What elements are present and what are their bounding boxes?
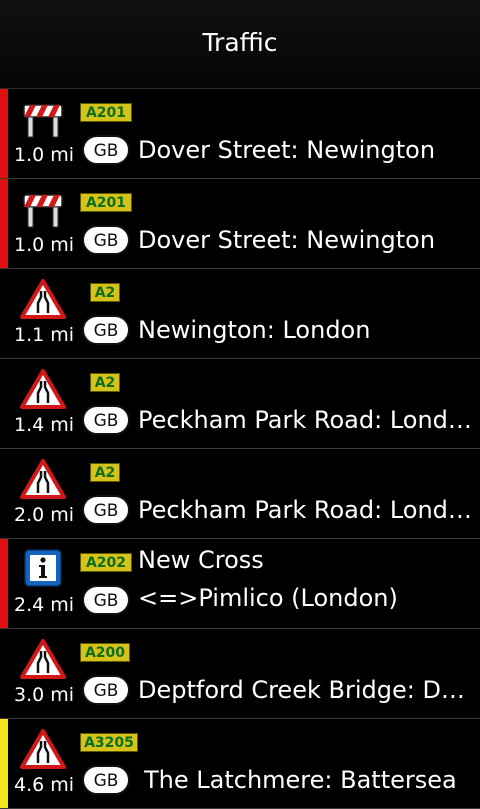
incident-title: Peckham Park Road: Lond… (138, 406, 472, 434)
road-badge: A2 (90, 463, 120, 482)
traffic-item[interactable]: A3205 4.6 mi GB The Latchmere: Battersea (0, 719, 480, 809)
road-narrows-icon (20, 369, 66, 409)
severity-bar (0, 179, 8, 268)
incident-title: Dover Street: Newington (138, 226, 436, 254)
country-badge: GB (82, 765, 130, 795)
road-badge: A2 (90, 373, 120, 392)
incident-title: The Latchmere: Battersea (144, 766, 457, 794)
traffic-item[interactable]: A200 3.0 mi GB Deptford Creek Bridge: D… (0, 629, 480, 719)
header-bar: Traffic (0, 0, 480, 89)
traffic-item[interactable]: A2 2.0 mi GB Peckham Park Road: Lond… (0, 449, 480, 539)
distance-label: 1.0 mi (14, 234, 75, 256)
road-narrows-icon (20, 279, 66, 319)
distance-label: 1.1 mi (14, 324, 75, 346)
country-badge: GB (82, 675, 130, 705)
severity-bar (0, 89, 8, 178)
distance-label: 2.0 mi (14, 504, 75, 526)
incident-title: Peckham Park Road: Lond… (138, 496, 472, 524)
distance-label: 4.6 mi (14, 774, 75, 796)
road-badge: A2 (90, 283, 120, 302)
roadworks-icon (23, 104, 63, 138)
severity-bar (0, 719, 8, 808)
traffic-item[interactable]: A202 2.4 mi GB New Cross <=>Pimlico (Lon… (0, 539, 480, 629)
traffic-item[interactable]: A2 1.1 mi GB Newington: London (0, 269, 480, 359)
traffic-list[interactable]: A201 1.0 mi GB Dover Street: Newington A… (0, 89, 480, 809)
country-badge: GB (82, 135, 130, 165)
incident-title: New Cross (138, 546, 264, 574)
road-badge: A201 (80, 193, 132, 212)
distance-label: 1.4 mi (14, 414, 75, 436)
country-badge: GB (82, 225, 130, 255)
road-narrows-icon (20, 459, 66, 499)
traffic-item[interactable]: A2 1.4 mi GB Peckham Park Road: Lond… (0, 359, 480, 449)
roadworks-icon (23, 194, 63, 228)
road-narrows-icon (20, 729, 66, 769)
country-badge: GB (82, 315, 130, 345)
road-badge: A201 (80, 103, 132, 122)
incident-title: Newington: London (138, 316, 371, 344)
country-badge: GB (82, 405, 130, 435)
info-icon (24, 549, 62, 587)
country-badge: GB (82, 585, 130, 615)
road-badge: A202 (80, 553, 132, 572)
incident-title: Dover Street: Newington (138, 136, 436, 164)
distance-label: 2.4 mi (14, 594, 75, 616)
distance-label: 1.0 mi (14, 144, 75, 166)
country-badge: GB (82, 495, 130, 525)
incident-title: Deptford Creek Bridge: D… (138, 676, 465, 704)
severity-bar (0, 539, 8, 628)
incident-title-line2: <=>Pimlico (London) (138, 584, 398, 612)
road-badge: A3205 (80, 733, 138, 752)
road-badge: A200 (80, 643, 130, 662)
traffic-item[interactable]: A201 1.0 mi GB Dover Street: Newington (0, 89, 480, 179)
road-narrows-icon (20, 639, 66, 679)
traffic-item[interactable]: A201 1.0 mi GB Dover Street: Newington (0, 179, 480, 269)
page-title: Traffic (202, 28, 278, 57)
distance-label: 3.0 mi (14, 684, 75, 706)
